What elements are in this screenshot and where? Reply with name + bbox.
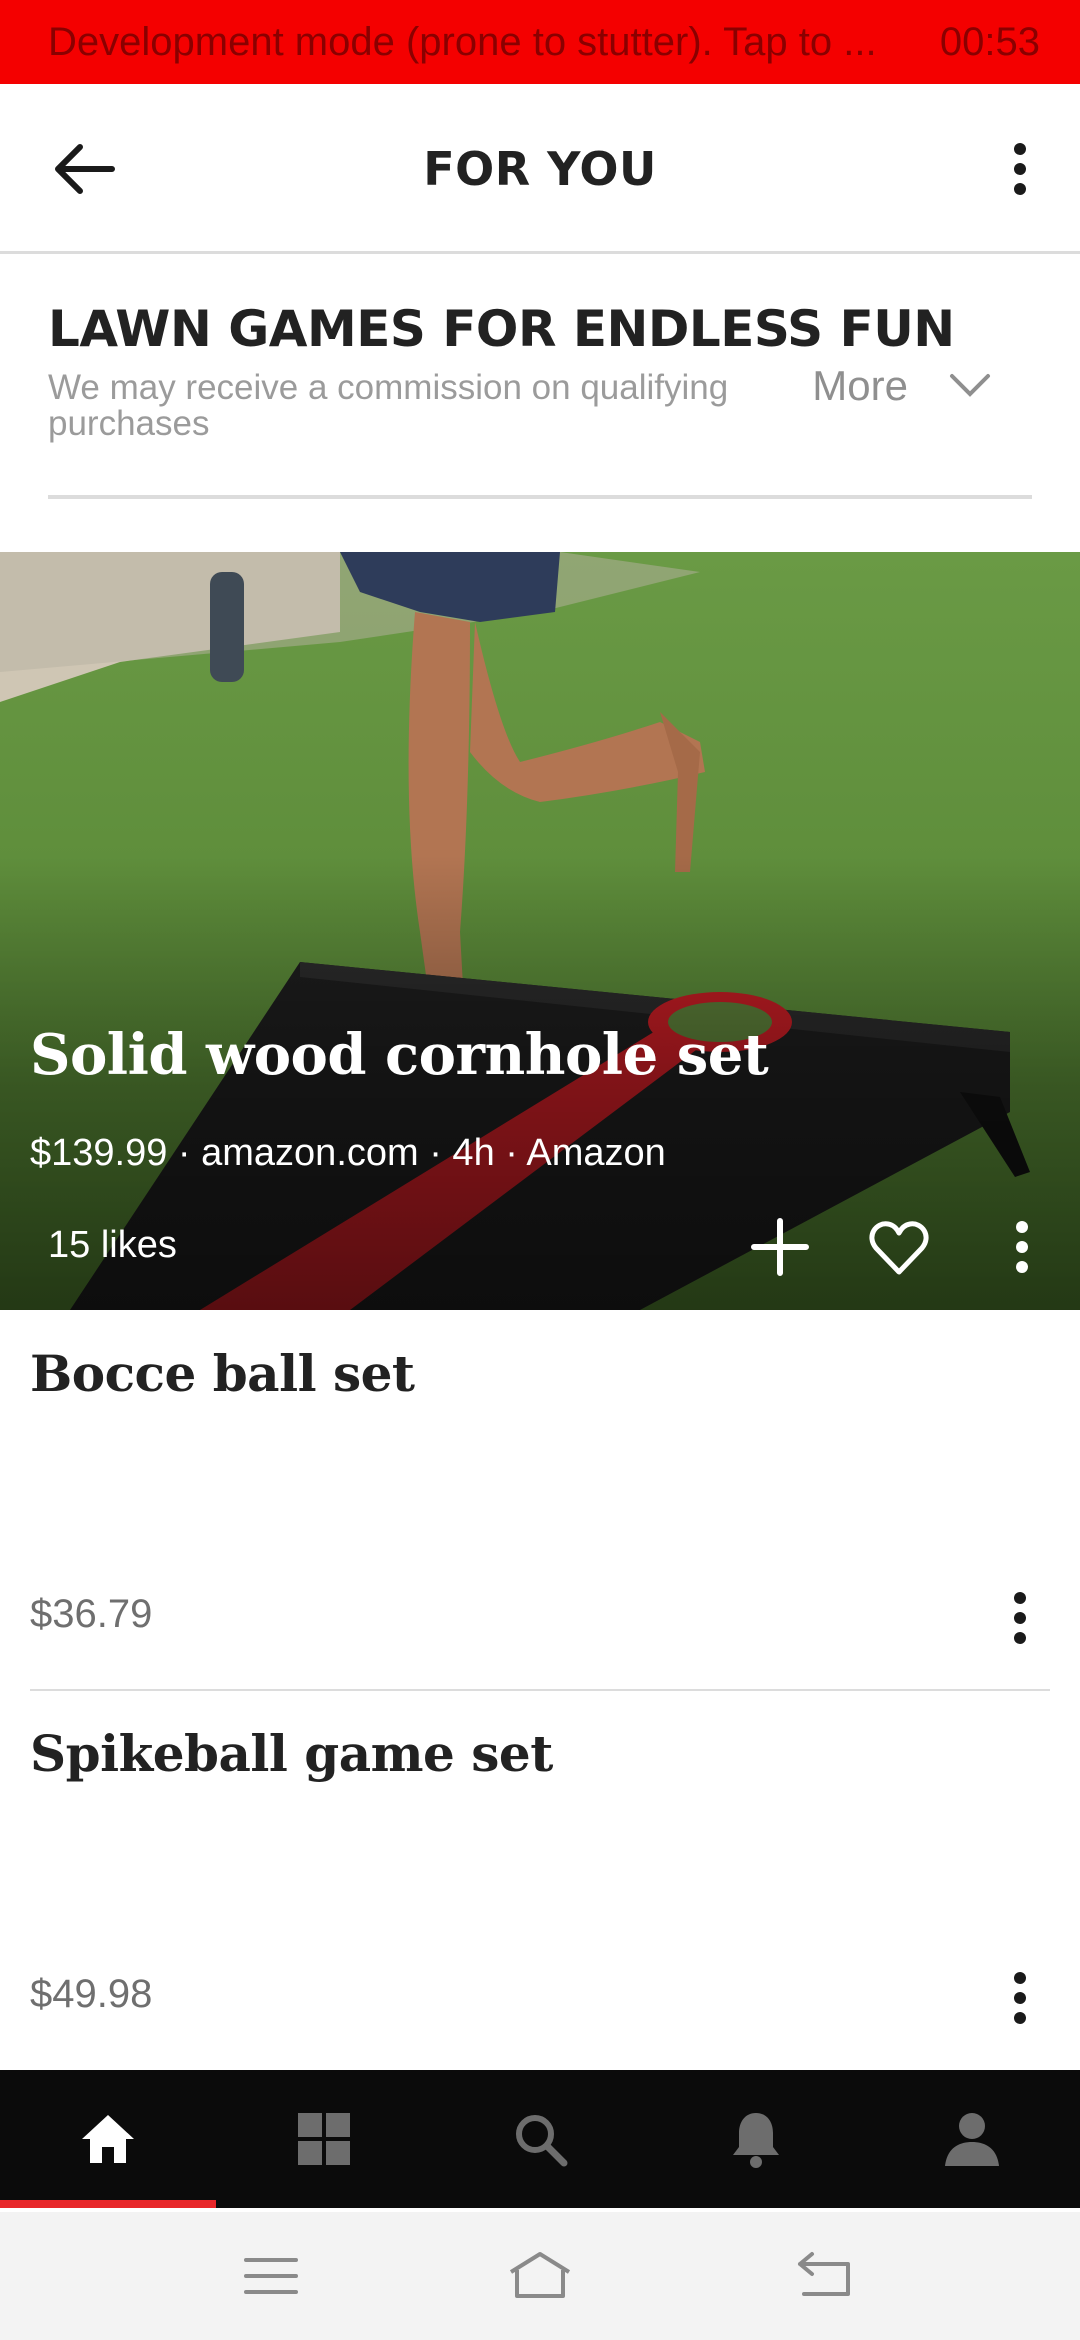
dev-mode-banner[interactable]: Development mode (prone to stutter). Tap… xyxy=(0,0,1080,84)
bottom-nav xyxy=(0,2070,1080,2208)
profile-icon xyxy=(945,2113,999,2166)
home-outline-icon[interactable] xyxy=(505,2246,575,2306)
section-header: LAWN GAMES FOR ENDLESS FUN We may receiv… xyxy=(48,300,1032,499)
tab-search[interactable] xyxy=(432,2070,648,2208)
more-label: More xyxy=(812,362,908,409)
tab-home[interactable] xyxy=(0,2070,216,2208)
system-nav-bar xyxy=(0,2212,1080,2340)
section-heading: LAWN GAMES FOR ENDLESS FUN xyxy=(48,300,955,358)
item-price: $49.98 xyxy=(30,1972,153,2016)
hero-title[interactable]: Solid wood cornhole set xyxy=(30,1022,769,1088)
grid-icon xyxy=(298,2113,350,2165)
tab-notifications[interactable] xyxy=(648,2070,864,2208)
active-tab-indicator xyxy=(0,2200,216,2208)
dev-mode-message: Development mode (prone to stutter). Tap… xyxy=(48,19,877,64)
list-item[interactable]: Bocce ball set $36.79 xyxy=(0,1310,1080,1690)
chevron-down-icon xyxy=(950,374,990,397)
more-vertical-icon[interactable] xyxy=(1002,1217,1042,1277)
likes-count[interactable]: 15 likes xyxy=(48,1224,177,1267)
more-vertical-icon[interactable] xyxy=(1000,1968,1040,2028)
back-return-icon[interactable] xyxy=(790,2246,860,2306)
hero-product-card[interactable]: Solid wood cornhole set $139.99 · amazon… xyxy=(0,552,1080,1310)
section-divider xyxy=(48,495,1032,499)
search-icon xyxy=(516,2115,568,2167)
more-vertical-icon[interactable] xyxy=(1000,139,1040,199)
hero-meta: $139.99 · amazon.com · 4h · Amazon xyxy=(30,1132,666,1174)
tab-profile[interactable] xyxy=(864,2070,1080,2208)
page-title: FOR YOU xyxy=(423,142,657,196)
more-vertical-icon[interactable] xyxy=(1000,1588,1040,1648)
add-icon[interactable] xyxy=(750,1217,810,1277)
item-title[interactable]: Spikeball game set xyxy=(30,1724,553,1783)
status-clock: 00:53 xyxy=(939,19,1040,64)
commission-disclaimer: We may receive a commission on qualifyin… xyxy=(48,368,729,443)
more-dropdown[interactable]: More xyxy=(812,362,992,410)
heart-icon[interactable] xyxy=(868,1220,930,1276)
bell-icon xyxy=(733,2113,779,2168)
top-app-bar: FOR YOU xyxy=(0,84,1080,254)
list-item[interactable]: Spikeball game set $49.98 xyxy=(0,1690,1080,2070)
menu-icon[interactable] xyxy=(236,2246,306,2306)
item-title[interactable]: Bocce ball set xyxy=(30,1344,415,1403)
hero-gradient-overlay xyxy=(0,552,1080,1310)
item-price: $36.79 xyxy=(30,1592,153,1636)
tab-boards[interactable] xyxy=(216,2070,432,2208)
home-icon xyxy=(82,2115,134,2163)
